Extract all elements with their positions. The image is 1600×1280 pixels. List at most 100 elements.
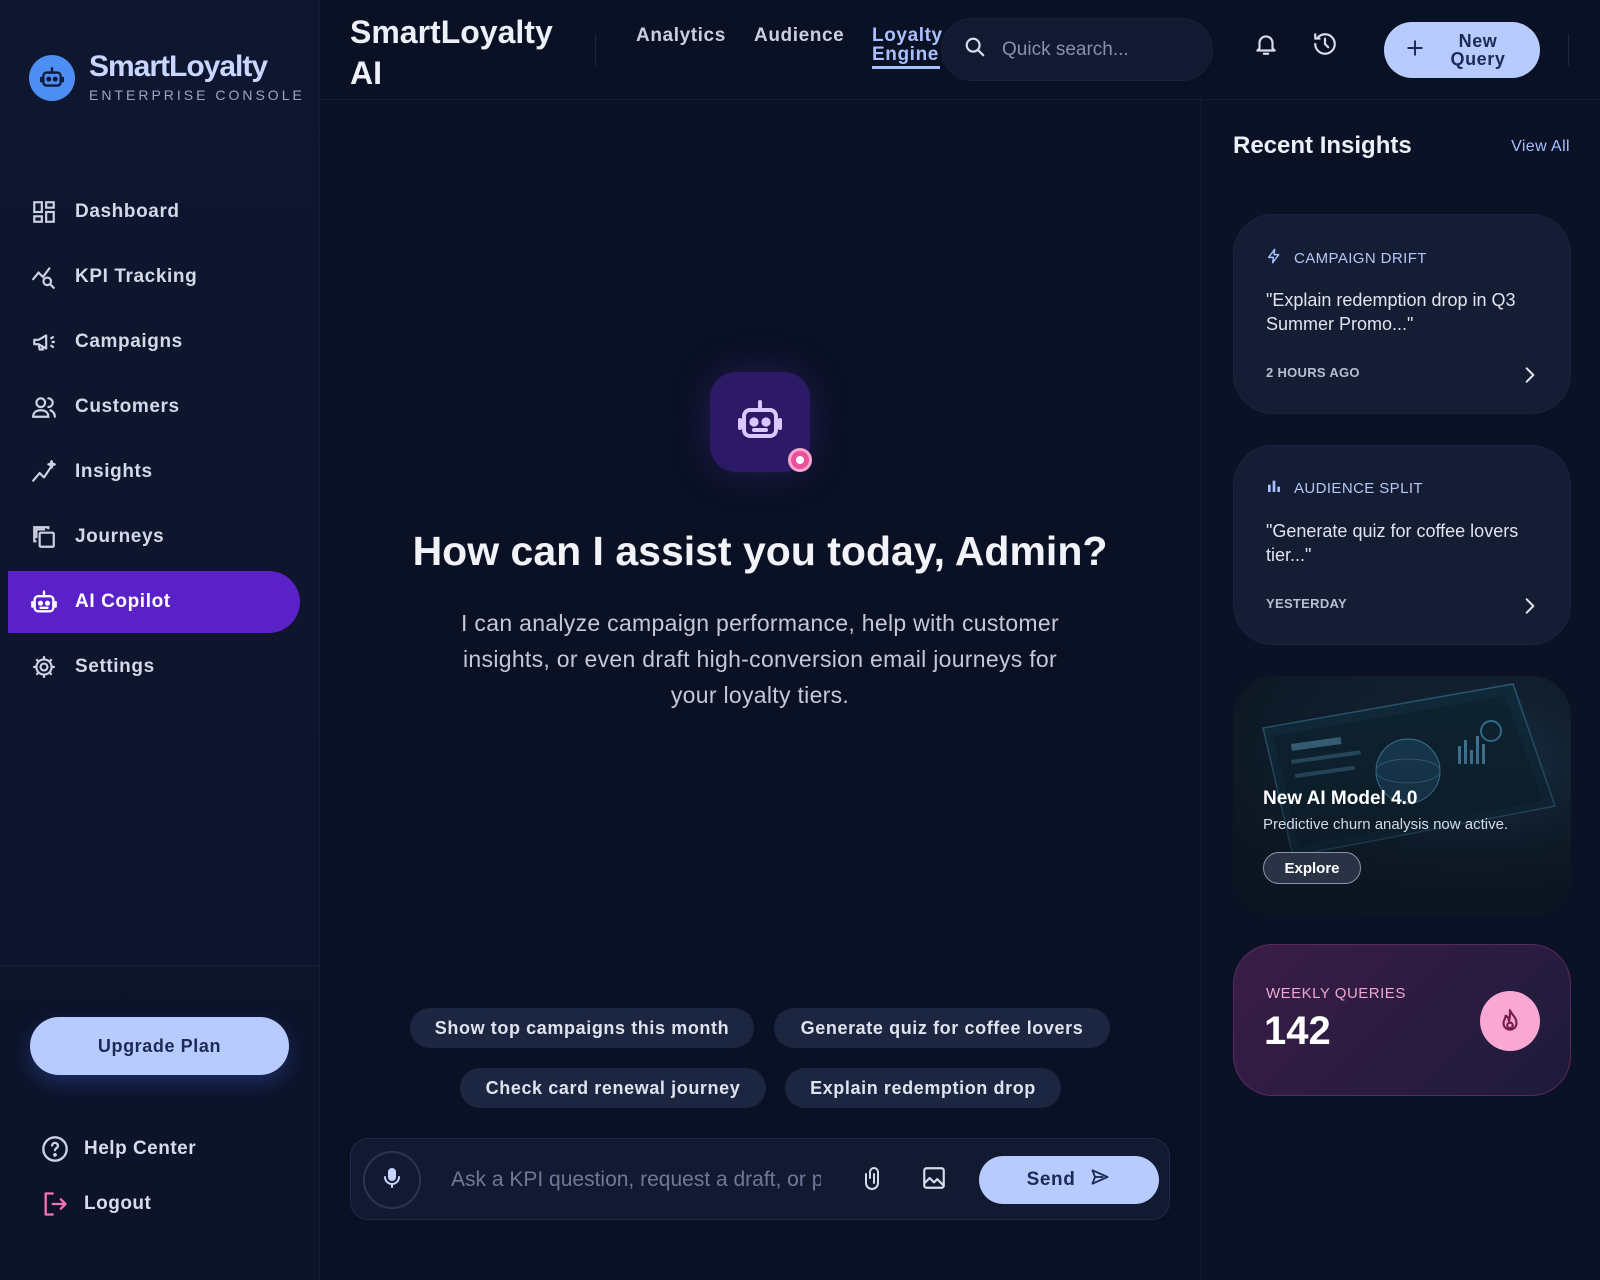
bar-chart-icon bbox=[1266, 478, 1282, 498]
search-input[interactable] bbox=[1002, 38, 1202, 61]
search-bar[interactable] bbox=[941, 18, 1213, 81]
sidebar-item-journeys[interactable]: Journeys bbox=[8, 506, 300, 568]
suggestion-chip[interactable]: Check card renewal journey bbox=[460, 1068, 766, 1108]
chevron-right-icon[interactable] bbox=[1520, 594, 1540, 623]
sidebar-item-ai-copilot[interactable]: AI Copilot bbox=[8, 571, 300, 633]
history-button[interactable] bbox=[1309, 30, 1341, 62]
search-icon bbox=[964, 36, 986, 63]
brand-subtitle: ENTERPRISE CONSOLE bbox=[89, 87, 305, 103]
help-center-link[interactable]: Help Center bbox=[40, 1134, 196, 1164]
kpi-tracking-icon bbox=[30, 263, 58, 291]
promo-card: New AI Model 4.0 Predictive churn analys… bbox=[1233, 676, 1571, 916]
sidebar-item-customers[interactable]: Customers bbox=[8, 376, 300, 438]
insight-card[interactable]: CAMPAIGN DRIFT "Explain redemption drop … bbox=[1233, 214, 1571, 414]
sidebar-item-label: AI Copilot bbox=[75, 591, 171, 612]
promo-title: New AI Model 4.0 bbox=[1263, 788, 1418, 809]
suggestion-chip[interactable]: Explain redemption drop bbox=[785, 1068, 1061, 1108]
tab-loyalty-engine[interactable]: Loyalty Engine bbox=[872, 26, 942, 69]
logout-label: Logout bbox=[84, 1193, 152, 1214]
weekly-queries-card: WEEKLY QUERIES 142 bbox=[1233, 944, 1571, 1096]
send-button[interactable]: Send bbox=[979, 1156, 1159, 1204]
plus-icon bbox=[1406, 39, 1424, 62]
sidebar: SmartLoyalty ENTERPRISE CONSOLE Dashboar… bbox=[0, 0, 320, 1280]
dashboard-icon bbox=[30, 198, 58, 226]
users-icon bbox=[30, 393, 58, 421]
sidebar-item-label: Journeys bbox=[75, 526, 165, 547]
bolt-icon bbox=[1266, 247, 1282, 269]
logout-icon bbox=[40, 1189, 70, 1219]
help-center-label: Help Center bbox=[84, 1138, 197, 1159]
robot-icon bbox=[30, 588, 58, 616]
sidebar-item-insights[interactable]: Insights bbox=[8, 441, 300, 503]
greeting-heading: How can I assist you today, Admin? bbox=[412, 528, 1108, 574]
insights-icon bbox=[30, 458, 58, 486]
greeting-description: I can analyze campaign performance, help… bbox=[461, 610, 1059, 708]
send-icon bbox=[1075, 1167, 1111, 1193]
sidebar-item-campaigns[interactable]: Campaigns bbox=[8, 311, 300, 373]
active-tab-underline bbox=[872, 66, 940, 69]
insight-tag: AUDIENCE SPLIT bbox=[1266, 478, 1423, 498]
rail-title: Recent Insights bbox=[1233, 132, 1412, 159]
sidebar-divider bbox=[0, 965, 320, 966]
sidebar-item-kpi-tracking[interactable]: KPI Tracking bbox=[8, 246, 300, 308]
brand-name: SmartLoyalty bbox=[89, 50, 268, 83]
sidebar-item-dashboard[interactable]: Dashboard bbox=[8, 181, 300, 243]
page-title: SmartLoyalty AI bbox=[350, 14, 553, 91]
paperclip-icon bbox=[862, 1165, 886, 1196]
megaphone-icon bbox=[30, 328, 58, 356]
sidebar-item-label: KPI Tracking bbox=[75, 266, 198, 287]
tab-analytics[interactable]: Analytics bbox=[636, 26, 726, 45]
sidebar-item-label: Settings bbox=[75, 656, 155, 677]
weekly-queries-label: WEEKLY QUERIES bbox=[1266, 985, 1406, 1002]
insight-tag: CAMPAIGN DRIFT bbox=[1266, 247, 1427, 269]
robot-logo-icon bbox=[29, 54, 75, 101]
chat-composer: Send bbox=[350, 1138, 1170, 1220]
status-dot bbox=[788, 448, 812, 472]
image-icon bbox=[921, 1165, 947, 1196]
new-query-button[interactable]: New Query bbox=[1384, 22, 1540, 78]
app-root: SmartLoyalty ENTERPRISE CONSOLE Dashboar… bbox=[0, 0, 1600, 1280]
header-divider-right bbox=[1568, 34, 1569, 66]
chat-main: How can I assist you today, Admin? I can… bbox=[320, 100, 1200, 1280]
sidebar-item-settings[interactable]: Settings bbox=[8, 636, 300, 698]
journeys-icon bbox=[30, 523, 58, 551]
suggestion-chip[interactable]: Generate quiz for coffee lovers bbox=[774, 1008, 1110, 1048]
view-all-link[interactable]: View All bbox=[1511, 138, 1570, 156]
sidebar-nav: Dashboard KPI Tracking Campaigns Custome… bbox=[0, 181, 320, 701]
notifications-button[interactable] bbox=[1250, 30, 1282, 62]
robot-icon bbox=[736, 396, 784, 449]
voice-input-button[interactable] bbox=[363, 1151, 421, 1209]
chevron-right-icon[interactable] bbox=[1520, 363, 1540, 392]
insight-time: 2 HOURS AGO bbox=[1266, 365, 1360, 380]
upgrade-plan-button[interactable]: Upgrade Plan bbox=[30, 1017, 289, 1075]
weekly-queries-value: 142 bbox=[1264, 1009, 1331, 1053]
sidebar-item-label: Customers bbox=[75, 396, 180, 417]
image-upload-button[interactable] bbox=[919, 1165, 949, 1195]
microphone-icon bbox=[380, 1166, 404, 1195]
chat-input[interactable] bbox=[451, 1161, 821, 1199]
sidebar-item-label: Dashboard bbox=[75, 201, 180, 222]
logout-link[interactable]: Logout bbox=[40, 1189, 151, 1219]
gear-icon bbox=[30, 653, 58, 681]
promo-subtitle: Predictive churn analysis now active. bbox=[1263, 816, 1509, 833]
insights-rail: Recent Insights View All CAMPAIGN DRIFT … bbox=[1200, 100, 1600, 1280]
send-label: Send bbox=[1026, 1169, 1076, 1190]
brand[interactable]: SmartLoyalty ENTERPRISE CONSOLE bbox=[29, 52, 305, 103]
sidebar-item-label: Campaigns bbox=[75, 331, 183, 352]
bell-icon bbox=[1253, 31, 1279, 62]
attach-button[interactable] bbox=[859, 1165, 889, 1195]
suggestion-chip[interactable]: Show top campaigns this month bbox=[410, 1008, 754, 1048]
history-icon bbox=[1312, 31, 1338, 62]
sidebar-item-label: Insights bbox=[75, 461, 153, 482]
insight-card[interactable]: AUDIENCE SPLIT "Generate quiz for coffee… bbox=[1233, 445, 1571, 645]
insight-time: YESTERDAY bbox=[1266, 596, 1347, 611]
tab-audience[interactable]: Audience bbox=[754, 26, 844, 45]
explore-button[interactable]: Explore bbox=[1263, 852, 1361, 884]
new-query-label: New Query bbox=[1450, 31, 1506, 69]
top-header: SmartLoyalty AI Analytics Audience Loyal… bbox=[320, 0, 1600, 100]
header-divider bbox=[595, 34, 596, 66]
fire-icon bbox=[1480, 991, 1540, 1051]
insight-quote: "Explain redemption drop in Q3 Summer Pr… bbox=[1266, 290, 1516, 334]
insight-quote: "Generate quiz for coffee lovers tier...… bbox=[1266, 521, 1519, 565]
help-icon bbox=[40, 1134, 70, 1164]
